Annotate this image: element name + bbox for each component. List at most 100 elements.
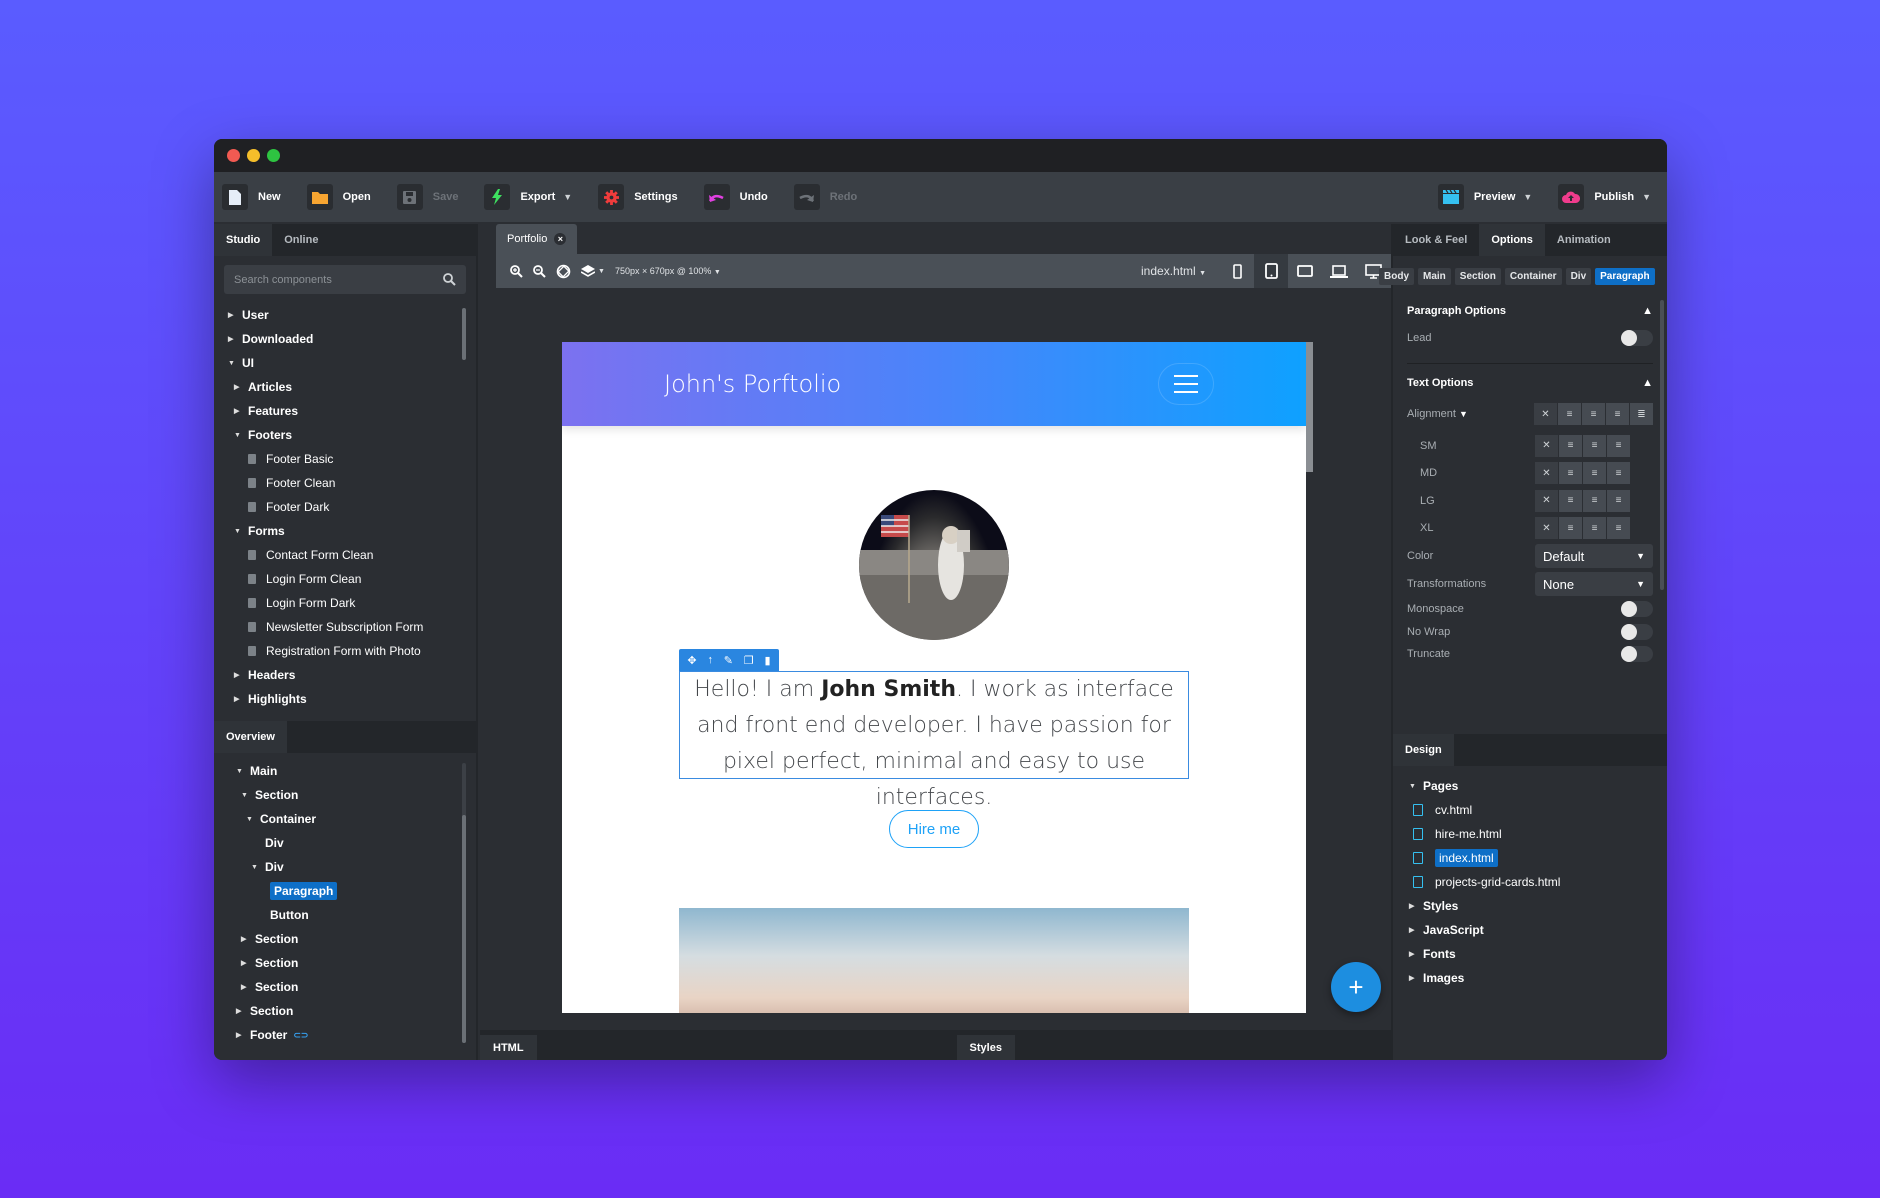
caret-down-icon[interactable]: ▼ [236,768,250,775]
paragraph-options-header[interactable]: Paragraph Options ▲ [1407,298,1653,324]
caret-down-icon[interactable]: ▼ [234,528,248,535]
align-right-button[interactable]: ≡ [1607,434,1630,457]
color-select[interactable]: Default ▼ [1535,544,1653,568]
zoom-out-icon[interactable] [533,264,546,278]
align-clear-button[interactable]: ✕ [1534,403,1557,425]
tree-folder[interactable]: ▶ Headers [228,663,476,687]
layers-button[interactable]: ▼ [581,264,605,278]
tab-html[interactable]: HTML [480,1035,537,1060]
tab-options[interactable]: Options [1479,224,1545,256]
open-button[interactable]: Open [306,184,371,210]
breadcrumb-container[interactable]: Container [1504,267,1562,285]
edit-icon[interactable]: ✎ [724,654,733,667]
page-file[interactable]: index.html [1393,846,1667,870]
tree-folder[interactable]: ▶ Highlights [228,687,476,711]
tab-studio[interactable]: Studio [214,224,273,256]
align-right-button[interactable]: ≡ [1607,489,1630,512]
caret-right-icon[interactable]: ▶ [228,311,242,319]
tab-overview[interactable]: Overview [214,721,287,753]
tree-folder[interactable]: ▶ Downloaded [228,327,476,351]
rotate-icon[interactable] [556,264,571,279]
preview-button[interactable]: Preview ▼ [1437,184,1532,210]
caret-down-icon[interactable]: ▼ [241,792,255,799]
device-laptop-button[interactable] [1322,254,1356,288]
caret-right-icon[interactable]: ▶ [228,335,242,343]
tree-item[interactable]: Footer Clean [228,471,476,495]
select-parent-icon[interactable]: ↑ [707,654,713,666]
tab-design[interactable]: Design [1393,734,1454,766]
doc-tab-portfolio[interactable]: Portfolio × [496,224,578,254]
design-folder[interactable]: ▶ Fonts [1393,942,1667,966]
tree-item[interactable]: Login Form Dark [228,591,476,615]
component-tree-scrollbar[interactable] [462,308,466,360]
breadcrumb-main[interactable]: Main [1418,267,1451,285]
page-file[interactable]: projects-grid-cards.html [1393,870,1667,894]
truncate-toggle[interactable] [1621,646,1653,663]
caret-right-icon[interactable]: ▶ [236,1007,250,1015]
device-tablet-landscape-button[interactable] [1288,254,1322,288]
overview-node[interactable]: ▼ Div [236,855,476,879]
align-left-button[interactable]: ≡ [1559,517,1582,540]
tree-folder[interactable]: ▶ Articles [228,375,476,399]
alignment-label[interactable]: Alignment ▼ [1407,408,1468,420]
design-folder[interactable]: ▶ Styles [1393,894,1667,918]
overview-node[interactable]: ▶ Section [236,999,476,1023]
overview-node[interactable]: Div [236,831,476,855]
overview-node[interactable]: ▶ Section [236,951,476,975]
text-options-header[interactable]: Text Options ▲ [1407,370,1653,396]
overview-node[interactable]: ▶ Section [236,927,476,951]
close-tab-icon[interactable]: × [554,233,567,245]
caret-right-icon[interactable]: ▶ [234,695,248,703]
delete-icon[interactable]: ▮ [764,654,770,667]
monospace-toggle[interactable] [1621,601,1653,618]
tab-animation[interactable]: Animation [1545,224,1623,256]
caret-down-icon[interactable]: ▼ [251,864,265,871]
align-center-button[interactable]: ≡ [1583,462,1606,485]
caret-right-icon[interactable]: ▶ [241,983,255,991]
breadcrumb-section[interactable]: Section [1454,267,1501,285]
hire-me-button[interactable]: Hire me [889,810,979,848]
tree-folder[interactable]: ▼ UI [228,351,476,375]
page-preview[interactable]: John's Porftolio ✥ ↑ ✎ ❐ ▮ Hello! I am J… [562,342,1306,1013]
overview-node[interactable]: Paragraph [236,879,476,903]
tree-item[interactable]: Login Form Clean [228,567,476,591]
overview-node[interactable]: ▼ Main [236,759,476,783]
hamburger-menu-icon[interactable] [1158,363,1214,405]
tree-folder[interactable]: ▶ User [228,303,476,327]
close-window-button[interactable] [227,149,240,162]
publish-button[interactable]: Publish ▼ [1558,184,1651,210]
no-wrap-toggle[interactable] [1621,623,1653,640]
tree-folder[interactable]: ▼ Footers [228,423,476,447]
page-file[interactable]: hire-me.html [1393,822,1667,846]
align-center-button[interactable]: ≡ [1583,517,1606,540]
caret-right-icon[interactable]: ▶ [234,407,248,415]
landscape-image[interactable] [679,908,1189,1013]
save-button[interactable]: Save [396,184,458,210]
design-folder[interactable]: ▶ Images [1393,966,1667,990]
undo-button[interactable]: Undo [703,184,768,210]
lead-toggle[interactable] [1621,329,1653,346]
caret-right-icon[interactable]: ▶ [236,1031,250,1039]
align-right-button[interactable]: ≡ [1607,517,1630,540]
page-select[interactable]: index.html ▼ [1141,264,1206,278]
overview-node[interactable]: Button [236,903,476,927]
align-clear-button[interactable]: ✕ [1535,434,1558,457]
add-component-button[interactable]: + [1331,962,1381,1012]
profile-photo[interactable] [859,490,1009,640]
align-clear-button[interactable]: ✕ [1535,462,1558,485]
settings-button[interactable]: Settings [598,184,678,210]
tree-item[interactable]: Footer Dark [228,495,476,519]
zoom-in-icon[interactable] [510,264,523,278]
page-file[interactable]: cv.html [1393,798,1667,822]
align-clear-button[interactable]: ✕ [1535,489,1558,512]
tab-look-and-feel[interactable]: Look & Feel [1393,224,1479,256]
overview-node[interactable]: ▼ Section [236,783,476,807]
align-clear-button[interactable]: ✕ [1535,517,1558,540]
duplicate-icon[interactable]: ❐ [744,654,754,667]
align-right-button[interactable]: ≡ [1607,462,1630,485]
tree-folder[interactable]: ▶ Features [228,399,476,423]
align-center-button[interactable]: ≡ [1583,489,1606,512]
search-components-input[interactable]: Search components [224,265,466,294]
align-right-button[interactable]: ≡ [1606,403,1629,425]
align-left-button[interactable]: ≡ [1559,434,1582,457]
